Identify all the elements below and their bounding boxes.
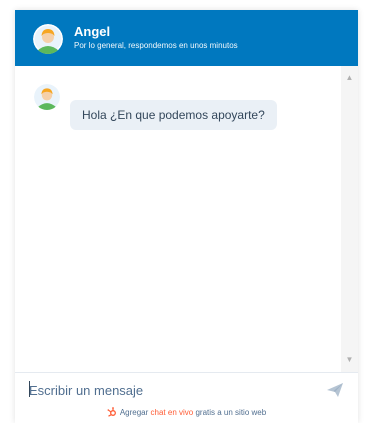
scroll-down-arrow-icon[interactable]: ▼ [341,352,358,368]
text-cursor [29,381,30,397]
agent-message-bubble: Hola ¿En que podemos apoyarte? [70,100,277,130]
send-paper-plane-icon [327,383,343,397]
agent-avatar-icon [34,84,60,110]
agent-name: Angel [74,24,111,39]
thread-scrollbar[interactable]: ▲ ▼ [341,66,358,372]
message-thread[interactable]: Hola ¿En que podemos apoyarte? [15,66,358,372]
scroll-up-arrow-icon[interactable]: ▲ [341,70,358,86]
agent-status-text: Por lo general, respondemos en unos minu… [74,41,238,50]
agent-avatar-icon [33,24,63,54]
branding-prefix: Agregar [119,408,149,417]
chat-widget: Angel Por lo general, respondemos en uno… [15,10,358,423]
message-input[interactable] [29,380,319,400]
branding-footer[interactable]: Agregar chat en vivo gratis a un sitio w… [15,407,358,419]
hubspot-sprocket-icon [107,407,117,419]
message-composer: Agregar chat en vivo gratis a un sitio w… [15,372,358,423]
branding-link[interactable]: chat en vivo [151,408,194,417]
send-button[interactable] [326,382,344,398]
branding-suffix: gratis a un sitio web [195,408,267,417]
chat-header: Angel Por lo general, respondemos en uno… [15,10,358,66]
